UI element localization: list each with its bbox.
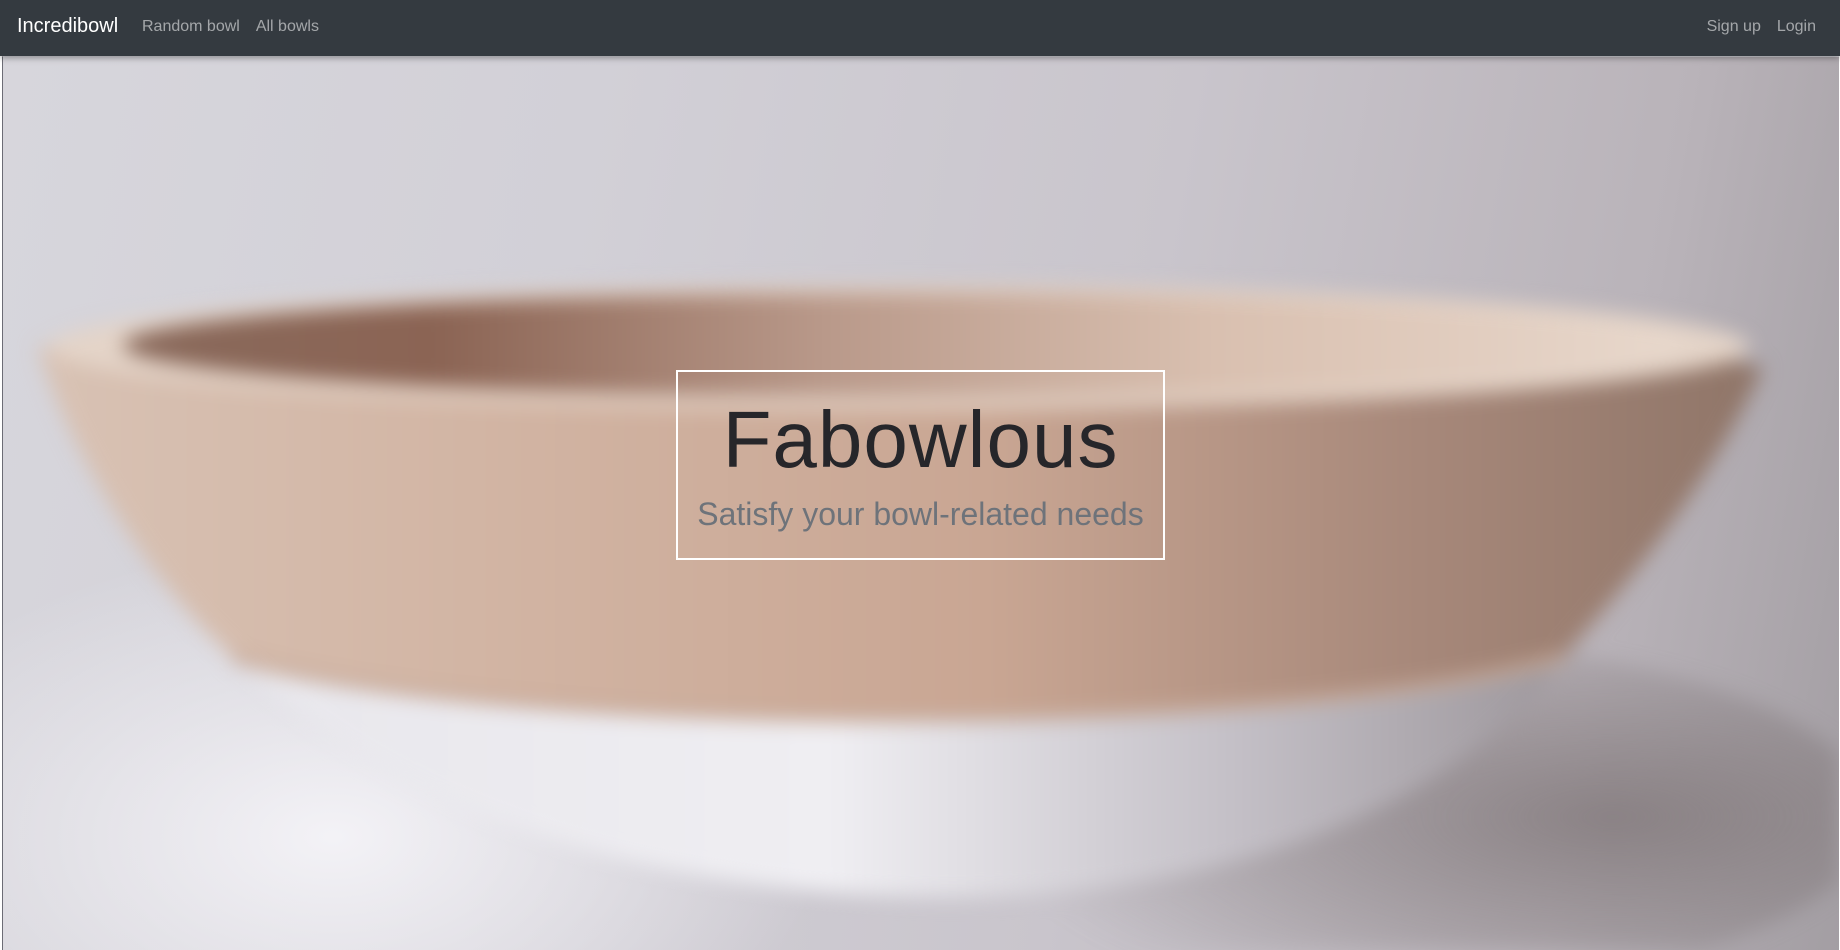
nav-link-all-bowls[interactable]: All bowls bbox=[256, 18, 319, 36]
nav-link-login[interactable]: Login bbox=[1777, 18, 1816, 36]
nav-right-links: Sign up Login bbox=[1707, 18, 1816, 36]
hero-callout-box: Fabowlous Satisfy your bowl-related need… bbox=[676, 370, 1165, 560]
brand-link[interactable]: Incredibowl bbox=[17, 15, 118, 38]
hero-section: Fabowlous Satisfy your bowl-related need… bbox=[2, 56, 1839, 950]
hero-subtitle: Satisfy your bowl-related needs bbox=[697, 496, 1144, 532]
nav-left-links: Random bowl All bowls bbox=[142, 18, 319, 36]
nav-link-random-bowl[interactable]: Random bowl bbox=[142, 18, 240, 36]
nav-link-sign-up[interactable]: Sign up bbox=[1707, 18, 1761, 36]
top-navbar: Incredibowl Random bowl All bowls Sign u… bbox=[0, 0, 1840, 56]
hero-title: Fabowlous bbox=[722, 395, 1119, 484]
